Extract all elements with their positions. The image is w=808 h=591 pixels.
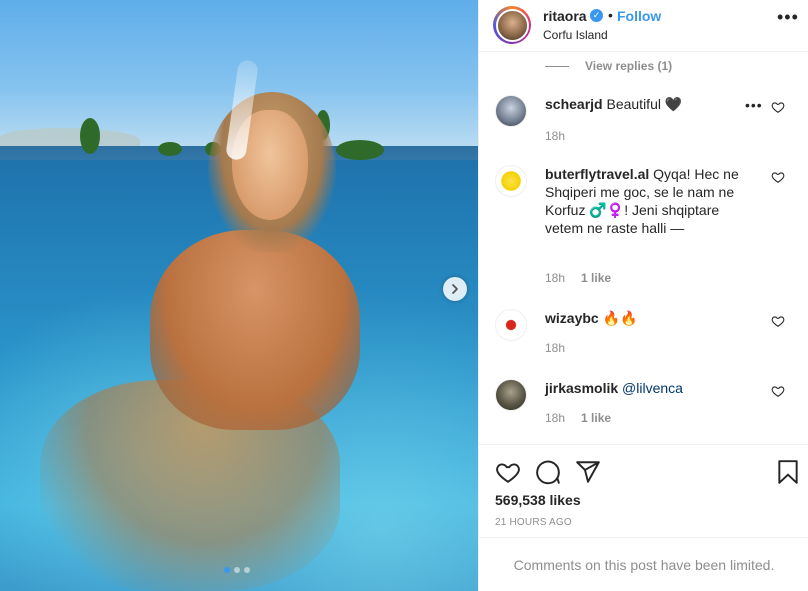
bookmark-icon[interactable] <box>775 459 801 485</box>
heart-icon[interactable] <box>771 384 785 398</box>
heart-icon[interactable] <box>771 314 785 328</box>
comment-time: 18h <box>545 341 566 355</box>
header-separator: • <box>608 7 613 23</box>
post-header: ritaora ✓ • Follow Corfu Island ••• <box>479 0 808 52</box>
heart-icon[interactable] <box>771 100 785 114</box>
post-side-panel: ritaora ✓ • Follow Corfu Island ••• View… <box>478 0 808 591</box>
comment-icon[interactable] <box>535 459 561 485</box>
comment-time: 18h <box>545 411 566 425</box>
comment-meta: 18h 1 like <box>545 271 611 285</box>
view-replies-button[interactable]: View replies (1) <box>545 59 672 73</box>
carousel-dots <box>224 567 250 573</box>
carousel-dot <box>224 567 230 573</box>
comment-username[interactable]: wizaybc <box>545 310 599 326</box>
likes-count[interactable]: 569,538 likes <box>495 492 581 508</box>
follow-button[interactable]: Follow <box>617 8 661 24</box>
post-timestamp[interactable]: 21 HOURS AGO <box>495 517 572 528</box>
heart-icon[interactable] <box>771 170 785 184</box>
comment-text: jirkasmolik @lilvenca <box>545 379 755 397</box>
post-location[interactable]: Corfu Island <box>543 28 608 42</box>
chevron-right-icon <box>452 284 458 294</box>
next-slide-button[interactable] <box>443 277 467 301</box>
commenter-avatar[interactable] <box>495 309 527 341</box>
comment-username[interactable]: jirkasmolik <box>545 380 618 396</box>
comments-limited-text: Comments on this post have been limited. <box>513 556 775 573</box>
more-icon[interactable]: ••• <box>777 8 799 26</box>
photo-person-body <box>150 230 360 430</box>
comment-text: buterflytravel.al Qyqa! Hec ne Shqiperi … <box>545 165 755 237</box>
comment-meta: 18h 1 like <box>545 411 611 425</box>
comment-time: 18h <box>545 129 566 143</box>
comments-list[interactable]: View replies (1) schearjd Beautiful 🖤 ••… <box>479 53 808 443</box>
comment-username[interactable]: buterflytravel.al <box>545 166 649 182</box>
comment-likes[interactable]: 1 like <box>581 271 611 285</box>
heart-icon[interactable] <box>495 459 521 485</box>
comment-mention[interactable]: @lilvenca <box>622 380 683 396</box>
carousel-dot <box>244 567 250 573</box>
post-actions: 569,538 likes 21 HOURS AGO <box>479 444 808 536</box>
commenter-avatar[interactable] <box>495 379 527 411</box>
comment-likes[interactable]: 1 like <box>581 411 611 425</box>
photo-tree <box>336 140 384 160</box>
more-icon[interactable]: ••• <box>745 97 763 113</box>
comment-text: wizaybc 🔥🔥 <box>545 309 755 327</box>
commenter-avatar[interactable] <box>495 165 527 197</box>
carousel-dot <box>234 567 240 573</box>
comment-meta: 18h <box>545 341 565 355</box>
comment-username[interactable]: schearjd <box>545 96 603 112</box>
comment-text: schearjd Beautiful 🖤 <box>545 95 755 113</box>
comment-meta: 18h <box>545 129 565 143</box>
share-icon[interactable] <box>575 459 601 485</box>
author-avatar[interactable] <box>493 6 531 44</box>
comment-time: 18h <box>545 271 566 285</box>
comment-message: 🔥🔥 <box>602 310 638 326</box>
author-username[interactable]: ritaora <box>543 8 587 24</box>
verified-icon: ✓ <box>590 9 603 22</box>
photo-tree <box>80 118 100 154</box>
post-photo[interactable] <box>0 0 478 591</box>
replies-divider <box>545 65 569 67</box>
view-replies-label: View replies (1) <box>585 59 673 73</box>
photo-tree <box>158 142 182 156</box>
comments-limited-notice: Comments on this post have been limited. <box>479 537 808 591</box>
comment-message: Beautiful 🖤 <box>606 96 683 112</box>
commenter-avatar[interactable] <box>495 95 527 127</box>
